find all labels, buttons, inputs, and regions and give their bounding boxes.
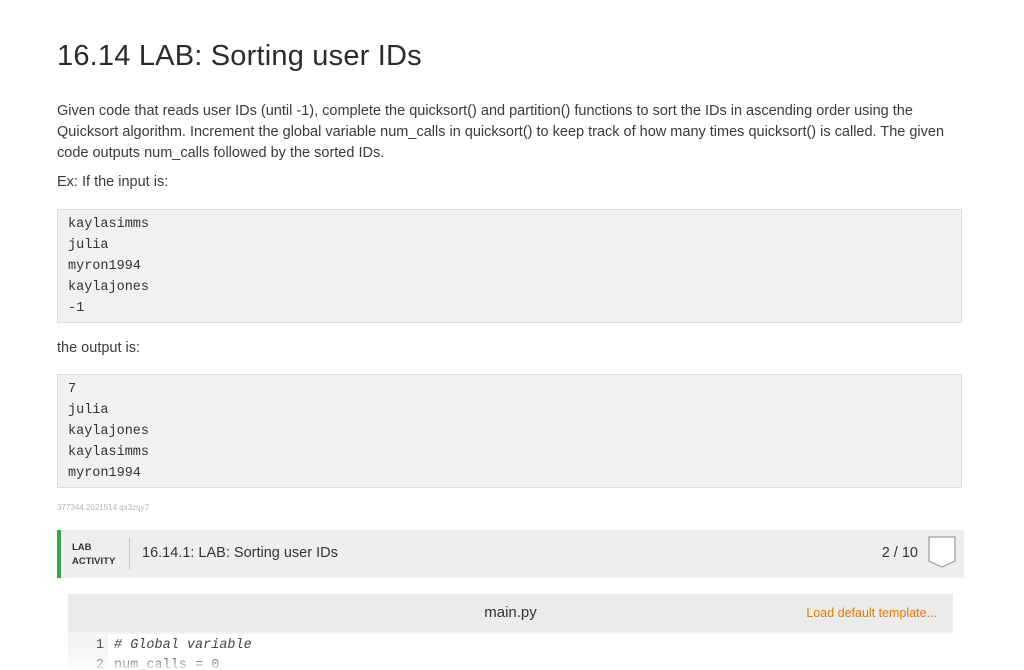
lab-tag-line1: LAB [72,542,92,553]
page-title: 16.14 LAB: Sorting user IDs [57,40,422,72]
input-line: kaylajones [68,280,150,295]
lab-description: Given code that reads user IDs (until -1… [57,103,945,161]
lab-activity-title: 16.14.1: LAB: Sorting user IDs [142,545,338,561]
tracking-id: 377344.2021514.qx3zqy7 [57,503,150,512]
output-line: 7 [68,382,77,397]
line-number: 2 [95,658,104,670]
lab-score: 2 / 10 [881,545,918,561]
lab-page: 16.14 LAB: Sorting user IDs Given code t… [0,0,1024,670]
input-line: -1 [68,301,85,316]
score-shield-icon [928,536,956,568]
lab-divider [129,538,130,570]
load-default-template-link[interactable]: Load default template... [806,606,937,620]
output-line: kaylasimms [68,445,150,460]
input-line: kaylasimms [68,217,150,232]
example-intro: Ex: If the input is: [57,174,169,190]
code-editor: main.py Load default template... 1 # Glo… [68,594,953,670]
input-line: myron1994 [68,259,141,274]
output-line: julia [68,403,109,418]
example-output-block: 7 julia kaylajones kaylasimms myron1994 [57,374,962,488]
output-line: kaylajones [68,424,150,439]
lab-activity-tag: LAB ACTIVITY [72,541,115,569]
output-intro: the output is: [57,340,141,356]
output-line: myron1994 [68,466,141,481]
code-text[interactable]: num_calls = 0 [114,656,219,670]
lab-tag-line2: ACTIVITY [72,556,116,567]
input-line: julia [68,238,109,253]
code-text[interactable]: # Global variable [114,636,252,656]
lab-activity-bar: LAB ACTIVITY 16.14.1: LAB: Sorting user … [57,530,964,578]
line-number: 1 [95,638,104,653]
example-input-block: kaylasimms julia myron1994 kaylajones -1 [57,209,962,323]
editor-header: main.py Load default template... [68,594,953,632]
editor-body[interactable]: 1 # Global variable 2 num_calls = 0 [68,634,953,670]
